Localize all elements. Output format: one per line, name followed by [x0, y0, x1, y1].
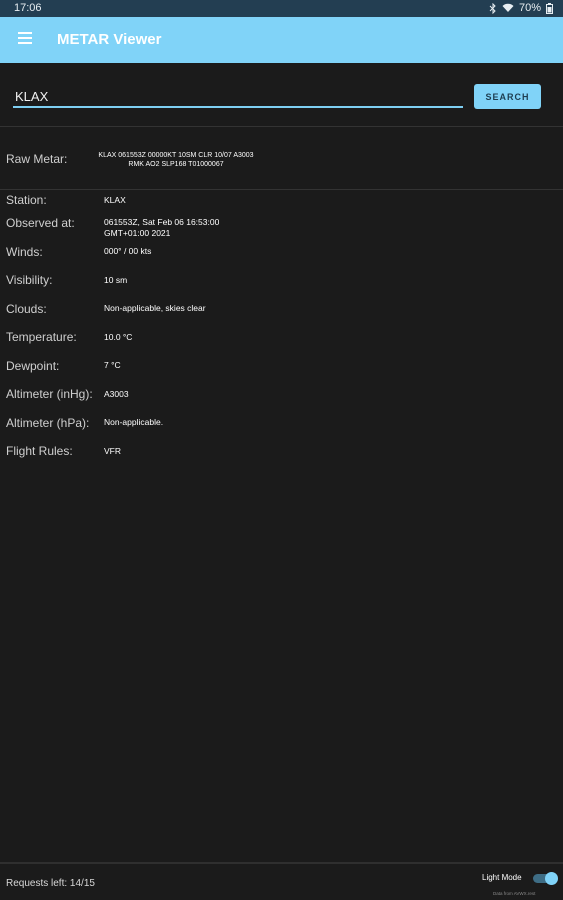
dewpoint-label: Dewpoint:: [6, 359, 60, 373]
status-bar: 17:06 70%: [0, 0, 563, 17]
clouds-value: Non-applicable, skies clear: [104, 303, 206, 313]
observed-at-value: 061553Z, Sat Feb 06 16:53:00 GMT+01:00 2…: [104, 217, 274, 239]
flight-rules-label: Flight Rules:: [6, 444, 73, 458]
observed-at-label: Observed at:: [6, 216, 75, 230]
app-bar: METAR Viewer: [0, 17, 563, 63]
light-mode-toggle[interactable]: [533, 872, 558, 885]
raw-metar-text: KLAX 061553Z 00000KT 10SM CLR 10/07 A300…: [78, 151, 274, 169]
altimeter-inhg-value: A3003: [104, 389, 129, 399]
raw-metar-line-1: KLAX 061553Z 00000KT 10SM CLR 10/07 A300…: [98, 152, 254, 159]
raw-metar-label: Raw Metar:: [6, 152, 68, 166]
divider: [0, 189, 563, 190]
raw-metar-line-2: RMK AO2 SLP168 T01000067: [128, 161, 224, 168]
requests-left: Requests left: 14/15: [6, 878, 95, 889]
search-button[interactable]: SEARCH: [474, 84, 541, 109]
data-credit: Data from AVWX.rest: [493, 891, 536, 896]
bluetooth-icon: [489, 2, 497, 14]
temperature-label: Temperature:: [6, 330, 77, 344]
flight-rules-value: VFR: [104, 446, 121, 456]
temperature-value: 10.0 °C: [104, 332, 133, 342]
station-label: Station:: [6, 193, 47, 207]
menu-icon[interactable]: [18, 32, 32, 46]
wifi-icon: [502, 3, 514, 13]
altimeter-inhg-label: Altimeter (inHg):: [6, 387, 93, 401]
visibility-label: Visibility:: [6, 273, 53, 287]
light-mode-label: Light Mode: [482, 873, 522, 882]
visibility-value: 10 sm: [104, 275, 128, 285]
divider: [0, 126, 563, 127]
winds-value: 000° / 00 kts: [104, 246, 152, 256]
toggle-thumb: [545, 872, 558, 885]
station-value: KLAX: [104, 195, 126, 205]
winds-label: Winds:: [6, 245, 43, 259]
battery-percent: 70%: [518, 2, 541, 14]
battery-icon: [546, 2, 553, 14]
station-search-input[interactable]: [13, 86, 463, 108]
observed-at-line-2: GMT+01:00 2021: [104, 228, 171, 238]
altimeter-hpa-label: Altimeter (hPa):: [6, 416, 90, 430]
status-icons: 70%: [489, 2, 553, 14]
status-time: 17:06: [14, 2, 42, 14]
observed-at-line-1: 061553Z, Sat Feb 06 16:53:00: [104, 217, 220, 227]
altimeter-hpa-value: Non-applicable.: [104, 417, 164, 427]
dewpoint-value: 7 °C: [104, 360, 121, 370]
app-title: METAR Viewer: [57, 31, 162, 48]
footer-divider: [0, 862, 563, 864]
clouds-label: Clouds:: [6, 302, 47, 316]
